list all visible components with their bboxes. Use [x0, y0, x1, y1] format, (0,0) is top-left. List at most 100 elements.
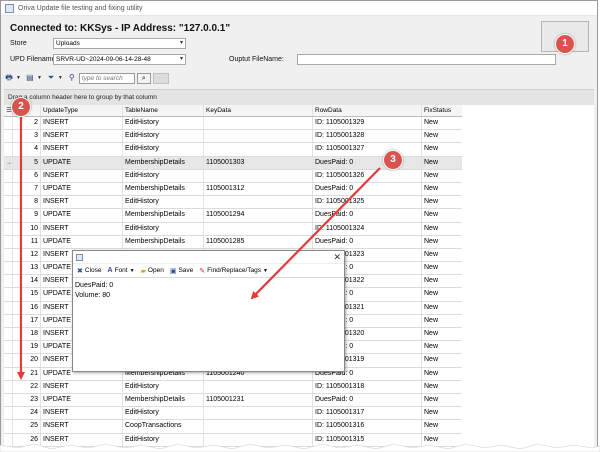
cell-fix-status[interactable]: New	[422, 117, 462, 129]
cell-table-name[interactable]: MembershipDetails	[123, 156, 204, 169]
cell-fix-status[interactable]: New	[422, 368, 462, 380]
cell-fix-status[interactable]: New	[422, 157, 462, 169]
cell-id[interactable]: 5	[13, 156, 41, 169]
row-indicator[interactable]	[4, 275, 13, 288]
cell-table-name[interactable]: EditHistory	[123, 196, 204, 209]
cell-update-type[interactable]: INSERT	[41, 130, 123, 143]
row-indicator[interactable]	[4, 262, 13, 275]
table-row[interactable]: 8 INSERT EditHistory ID: 1105001325 New	[4, 196, 462, 210]
cell-fix-status[interactable]: New	[422, 328, 462, 340]
row-indicator[interactable]	[4, 182, 13, 196]
column-header-fix-status[interactable]: FixStatus	[422, 105, 462, 116]
row-indicator[interactable]	[4, 222, 13, 235]
table-row[interactable]: 3 INSERT EditHistory ID: 1105001328 New	[4, 130, 462, 144]
cell-fix-status[interactable]: New	[422, 407, 462, 419]
cell-id[interactable]: 18	[13, 328, 41, 341]
cell-fix-status[interactable]: New	[422, 183, 462, 195]
row-indicator[interactable]	[4, 407, 13, 420]
row-indicator[interactable]	[4, 196, 13, 209]
cell-row-data[interactable]: ID: 1105001327	[313, 143, 422, 156]
table-row[interactable]: 9 UPDATE MembershipDetails 1105001294 DuesPa…	[4, 209, 462, 223]
cell-fix-status[interactable]: New	[422, 315, 462, 327]
cell-fix-status[interactable]: New	[422, 196, 462, 208]
row-indicator[interactable]	[4, 367, 13, 380]
table-row[interactable]: 11 UPDATE MembershipDetails 1105001285 DuesP…	[4, 235, 462, 249]
cell-update-type[interactable]: INSERT	[41, 143, 123, 156]
row-indicator[interactable]	[4, 314, 13, 327]
cell-row-data[interactable]: ID: 1105001326	[313, 169, 422, 182]
row-indicator[interactable]: →	[4, 156, 13, 169]
caret-down-icon[interactable]: ▼	[58, 75, 63, 81]
cell-id[interactable]: 23	[13, 393, 41, 407]
cell-id[interactable]: 17	[13, 314, 41, 327]
cell-key-data[interactable]: 1105001312	[204, 182, 313, 196]
cell-id[interactable]: 12	[13, 248, 41, 262]
cell-key-data[interactable]: 1105001231	[204, 393, 313, 407]
cell-update-type[interactable]: INSERT	[41, 169, 123, 182]
cell-id[interactable]: 3	[13, 130, 41, 143]
cell-key-data[interactable]	[204, 196, 313, 209]
store-select[interactable]: Uploads ▾	[53, 38, 186, 49]
cell-row-data[interactable]: ID: 1105001317	[313, 407, 422, 420]
popup-text-area[interactable]: DuesPaid: 0 Volume: 80	[73, 278, 344, 304]
cell-key-data[interactable]	[204, 407, 313, 420]
cell-fix-status[interactable]: New	[422, 341, 462, 353]
cell-fix-status[interactable]: New	[422, 170, 462, 182]
cell-update-type[interactable]: INSERT	[41, 420, 123, 433]
column-header-update-type[interactable]: UpdateType	[41, 105, 123, 116]
cell-key-data[interactable]	[204, 117, 313, 130]
cell-key-data[interactable]	[204, 143, 313, 156]
cell-fix-status[interactable]: New	[422, 249, 462, 261]
cell-id[interactable]: 22	[13, 380, 41, 393]
cell-table-name[interactable]: MembershipDetails	[123, 182, 204, 196]
table-row[interactable]: 25 INSERT CoopTransactions ID: 1105001316 Ne…	[4, 420, 462, 434]
cell-id[interactable]: 14	[13, 275, 41, 288]
cell-table-name[interactable]: EditHistory	[123, 143, 204, 156]
cell-table-name[interactable]: MembershipDetails	[123, 393, 204, 407]
cell-key-data[interactable]	[204, 380, 313, 393]
cell-row-data[interactable]: ID: 1105001325	[313, 196, 422, 209]
row-indicator[interactable]	[4, 130, 13, 143]
cell-table-name[interactable]: EditHistory	[123, 380, 204, 393]
search-input[interactable]	[78, 72, 135, 84]
row-indicator[interactable]	[4, 169, 13, 182]
export-icon[interactable]: ▤	[25, 73, 35, 83]
cell-row-data[interactable]: DuesPaid: 0	[313, 156, 422, 169]
cell-fix-status[interactable]: New	[422, 209, 462, 221]
cell-update-type[interactable]: UPDATE	[41, 182, 123, 196]
cell-id[interactable]: 16	[13, 301, 41, 314]
find-icon[interactable]: ⚲	[67, 73, 77, 83]
cell-fix-status[interactable]: New	[422, 354, 462, 366]
cell-fix-status[interactable]: New	[422, 288, 462, 300]
cell-fix-status[interactable]: New	[422, 420, 462, 432]
cell-row-data[interactable]: ID: 1105001329	[313, 117, 422, 130]
cell-fix-status[interactable]: New	[422, 302, 462, 314]
cell-key-data[interactable]: 1105001294	[204, 209, 313, 222]
popup-open-button[interactable]: ▰ Open	[141, 267, 164, 275]
cell-row-data[interactable]: ID: 1105001316	[313, 420, 422, 433]
filter-icon[interactable]: ⏷	[46, 73, 56, 83]
cell-fix-status[interactable]: New	[422, 394, 462, 406]
cell-id[interactable]: 13	[13, 262, 41, 275]
cell-fix-status[interactable]: New	[422, 262, 462, 274]
cell-fix-status[interactable]: New	[422, 143, 462, 155]
output-filename-input[interactable]	[297, 54, 556, 65]
row-indicator[interactable]	[4, 301, 13, 314]
column-header-table-name[interactable]: TableName	[123, 105, 204, 116]
cell-update-type[interactable]: INSERT	[41, 196, 123, 209]
cell-table-name[interactable]: MembershipDetails	[123, 209, 204, 222]
cell-row-data[interactable]: DuesPaid: 0	[313, 393, 422, 407]
row-indicator[interactable]	[4, 248, 13, 262]
cell-id[interactable]: 11	[13, 235, 41, 248]
popup-find-replace-button[interactable]: ✎ Find/Replace/Tags ▼	[199, 267, 268, 275]
row-indicator[interactable]	[4, 393, 13, 407]
clear-search-button[interactable]	[152, 72, 169, 84]
cell-row-data[interactable]: DuesPaid: 0	[313, 209, 422, 222]
row-indicator[interactable]	[4, 341, 13, 354]
cell-id[interactable]: 20	[13, 354, 41, 367]
row-indicator[interactable]	[4, 209, 13, 222]
cell-key-data[interactable]	[204, 130, 313, 143]
row-indicator[interactable]	[4, 380, 13, 393]
row-indicator[interactable]	[4, 235, 13, 248]
cell-id[interactable]: 25	[13, 420, 41, 433]
